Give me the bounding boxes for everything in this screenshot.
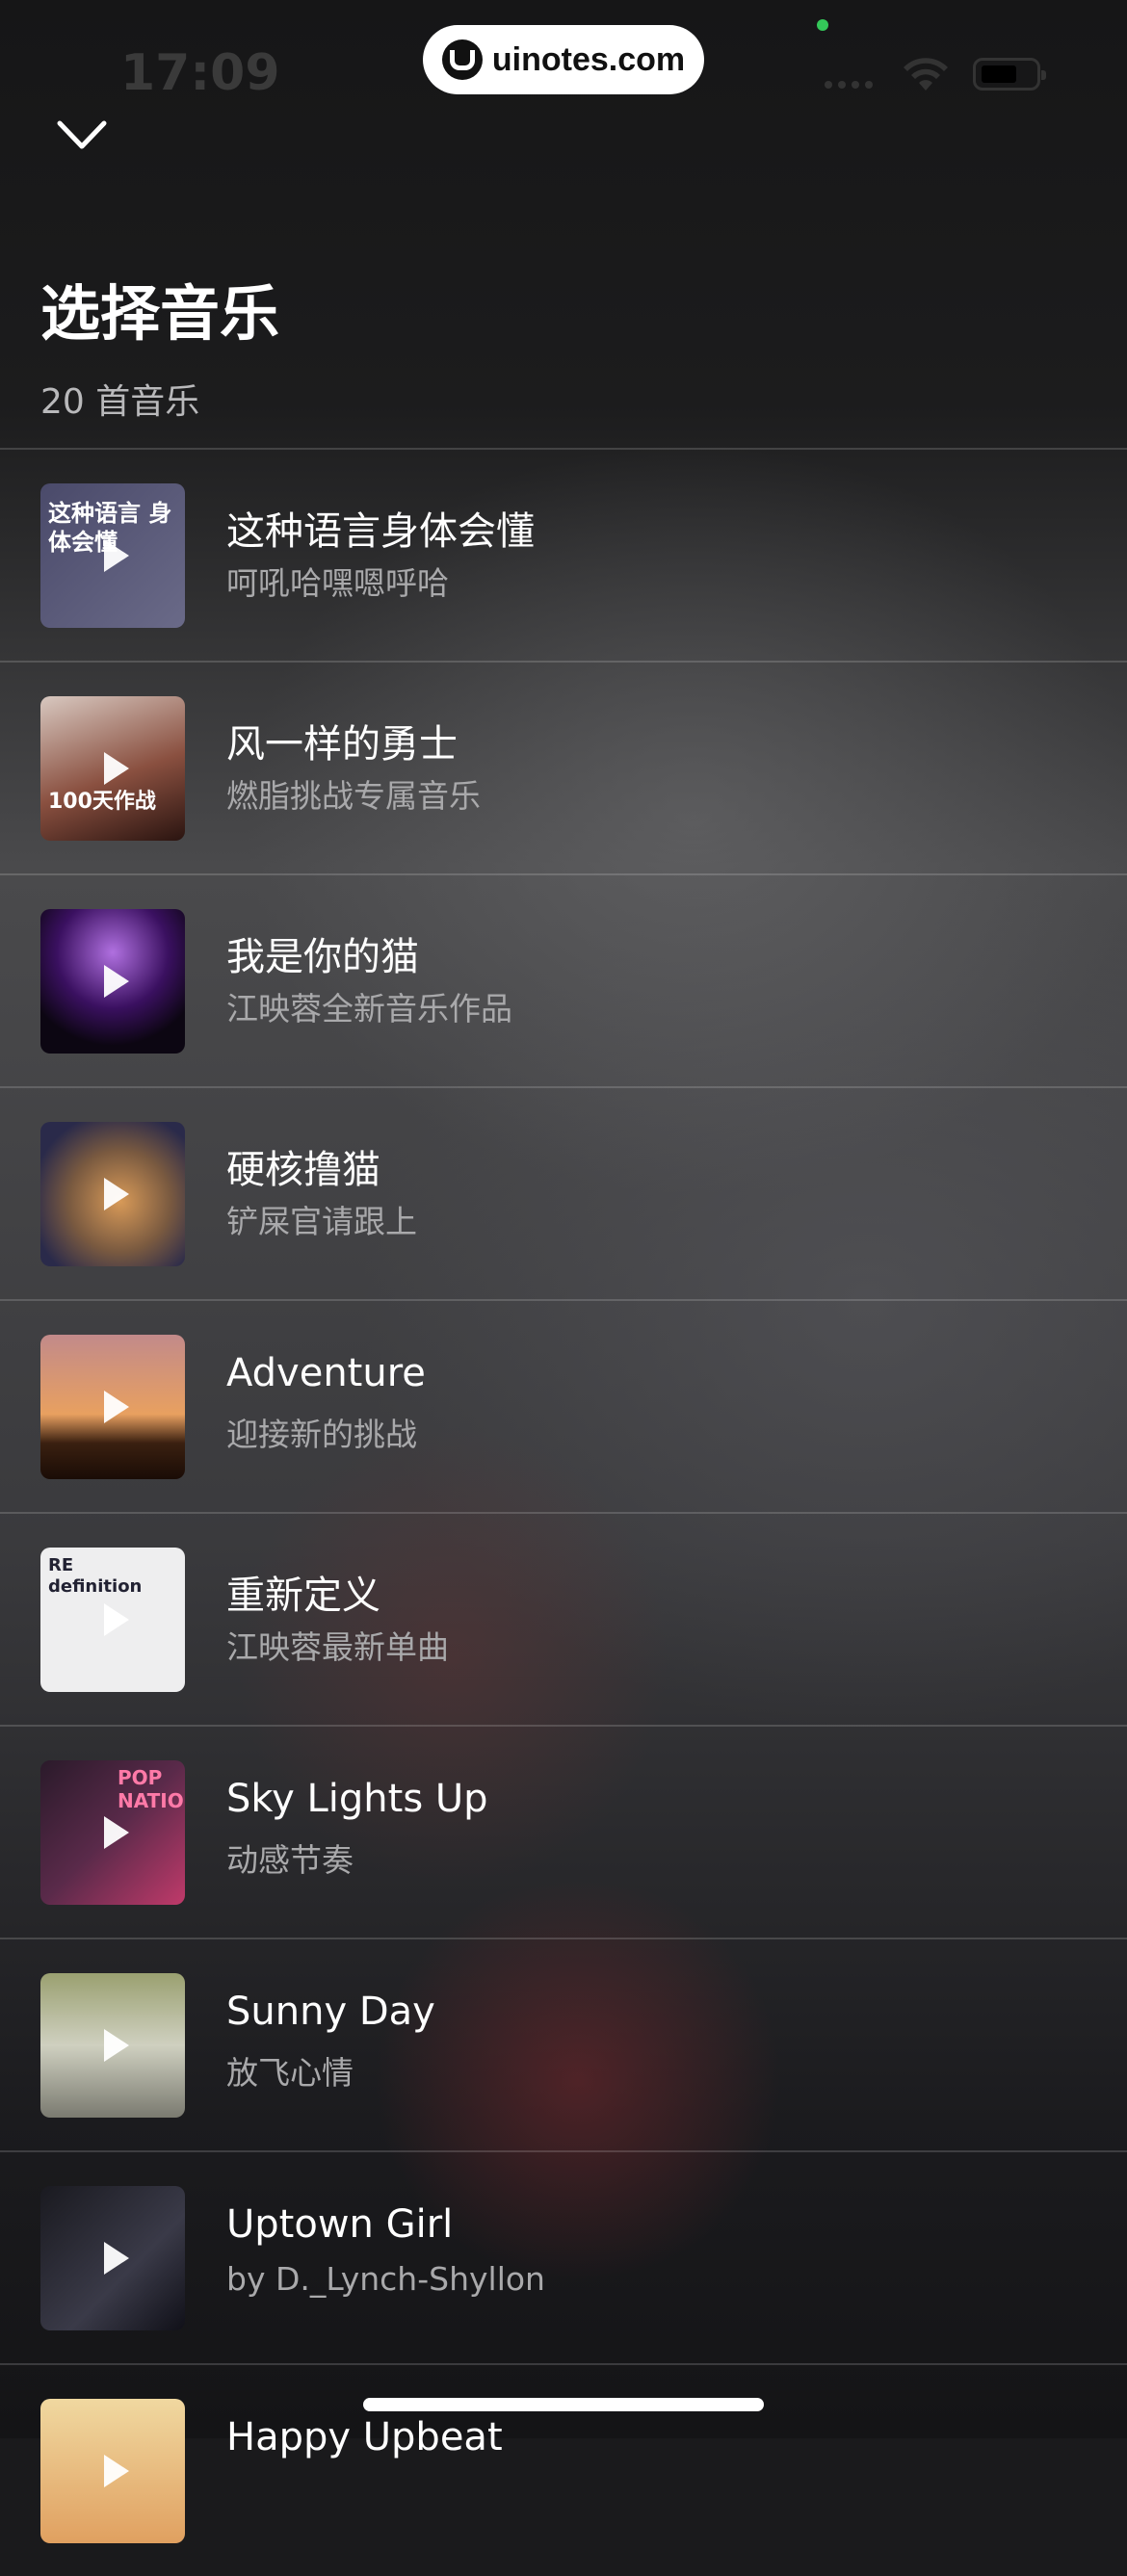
- signal-icon: [825, 81, 873, 89]
- song-subtitle: 动感节奏: [226, 1841, 354, 1879]
- song-row[interactable]: 这种语言 身体会懂 这种语言身体会懂 呵吼哈嘿嗯呼哈: [0, 448, 1127, 661]
- song-cover[interactable]: [40, 1335, 185, 1479]
- play-icon[interactable]: [104, 1178, 129, 1210]
- song-row[interactable]: Adventure 迎接新的挑战: [0, 1299, 1127, 1512]
- page-title: 选择音乐: [40, 278, 280, 349]
- cover-text: 100天作战: [48, 790, 156, 814]
- song-cover[interactable]: [40, 1122, 185, 1266]
- play-icon[interactable]: [104, 965, 129, 998]
- play-icon[interactable]: [104, 539, 129, 572]
- song-title: Uptown Girl: [226, 2202, 454, 2247]
- battery-icon: [973, 58, 1046, 91]
- song-cover[interactable]: [40, 909, 185, 1054]
- song-title: Happy Upbeat: [226, 2415, 503, 2459]
- song-row[interactable]: Uptown Girl by D._Lynch-Shyllon: [0, 2150, 1127, 2363]
- home-indicator[interactable]: [363, 2398, 764, 2411]
- song-subtitle: 江映蓉最新单曲: [226, 1628, 449, 1666]
- song-subtitle: 放飞心情: [226, 2054, 354, 2092]
- song-cover[interactable]: POP NATION: [40, 1760, 185, 1905]
- status-time: 17:09: [120, 44, 280, 102]
- play-icon[interactable]: [104, 2029, 129, 2062]
- play-icon[interactable]: [104, 1816, 129, 1849]
- cover-text: RE definition: [48, 1555, 143, 1597]
- mic-indicator-icon: [817, 19, 828, 31]
- song-title: 这种语言身体会懂: [226, 509, 535, 554]
- song-row[interactable]: Sunny Day 放飞心情: [0, 1938, 1127, 2150]
- song-title: 我是你的猫: [226, 935, 419, 979]
- song-row[interactable]: POP NATION Sky Lights Up 动感节奏: [0, 1725, 1127, 1938]
- song-cover[interactable]: 100天作战: [40, 696, 185, 841]
- song-cover[interactable]: [40, 2186, 185, 2330]
- play-icon[interactable]: [104, 2242, 129, 2275]
- song-cover[interactable]: [40, 2399, 185, 2543]
- song-title: 风一样的勇士: [226, 722, 458, 767]
- url-text: uinotes.com: [491, 40, 686, 78]
- wifi-icon: [904, 58, 948, 91]
- song-subtitle: 燃脂挑战专属音乐: [226, 777, 481, 815]
- song-title: Adventure: [226, 1351, 426, 1395]
- play-icon[interactable]: [104, 2455, 129, 2487]
- song-row[interactable]: 硬核撸猫 铲屎官请跟上: [0, 1086, 1127, 1299]
- cover-text: POP NATION: [118, 1766, 185, 1812]
- song-subtitle: 呵吼哈嘿嗯呼哈: [226, 564, 449, 602]
- song-row[interactable]: 100天作战 风一样的勇士 燃脂挑战专属音乐: [0, 661, 1127, 873]
- chevron-down-icon[interactable]: [56, 116, 108, 154]
- status-bar: 17:09 uinotes.com: [0, 0, 1127, 125]
- song-row[interactable]: 我是你的猫 江映蓉全新音乐作品: [0, 873, 1127, 1086]
- song-cover[interactable]: 这种语言 身体会懂: [40, 483, 185, 628]
- url-pill: uinotes.com: [423, 25, 704, 94]
- song-title: 硬核撸猫: [226, 1148, 380, 1192]
- play-icon[interactable]: [104, 1391, 129, 1423]
- song-title: Sunny Day: [226, 1990, 435, 2034]
- song-subtitle: 迎接新的挑战: [226, 1416, 417, 1453]
- song-subtitle: by D._Lynch-Shyllon: [226, 2260, 545, 2298]
- song-subtitle: 江映蓉全新音乐作品: [226, 990, 512, 1028]
- play-icon[interactable]: [104, 752, 129, 785]
- song-subtitle: 铲屎官请跟上: [226, 1203, 417, 1240]
- song-title: Sky Lights Up: [226, 1777, 488, 1821]
- song-cover[interactable]: [40, 1973, 185, 2118]
- song-cover[interactable]: RE definition: [40, 1548, 185, 1692]
- song-count: 20 首音乐: [40, 382, 200, 422]
- song-row[interactable]: Happy Upbeat: [0, 2363, 1127, 2576]
- song-row[interactable]: RE definition 重新定义 江映蓉最新单曲: [0, 1512, 1127, 1725]
- song-list: 这种语言 身体会懂 这种语言身体会懂 呵吼哈嘿嗯呼哈 100天作战 风一样的勇士…: [0, 448, 1127, 2576]
- site-logo-icon: [441, 39, 483, 80]
- play-icon[interactable]: [104, 1603, 129, 1636]
- song-title: 重新定义: [226, 1574, 380, 1618]
